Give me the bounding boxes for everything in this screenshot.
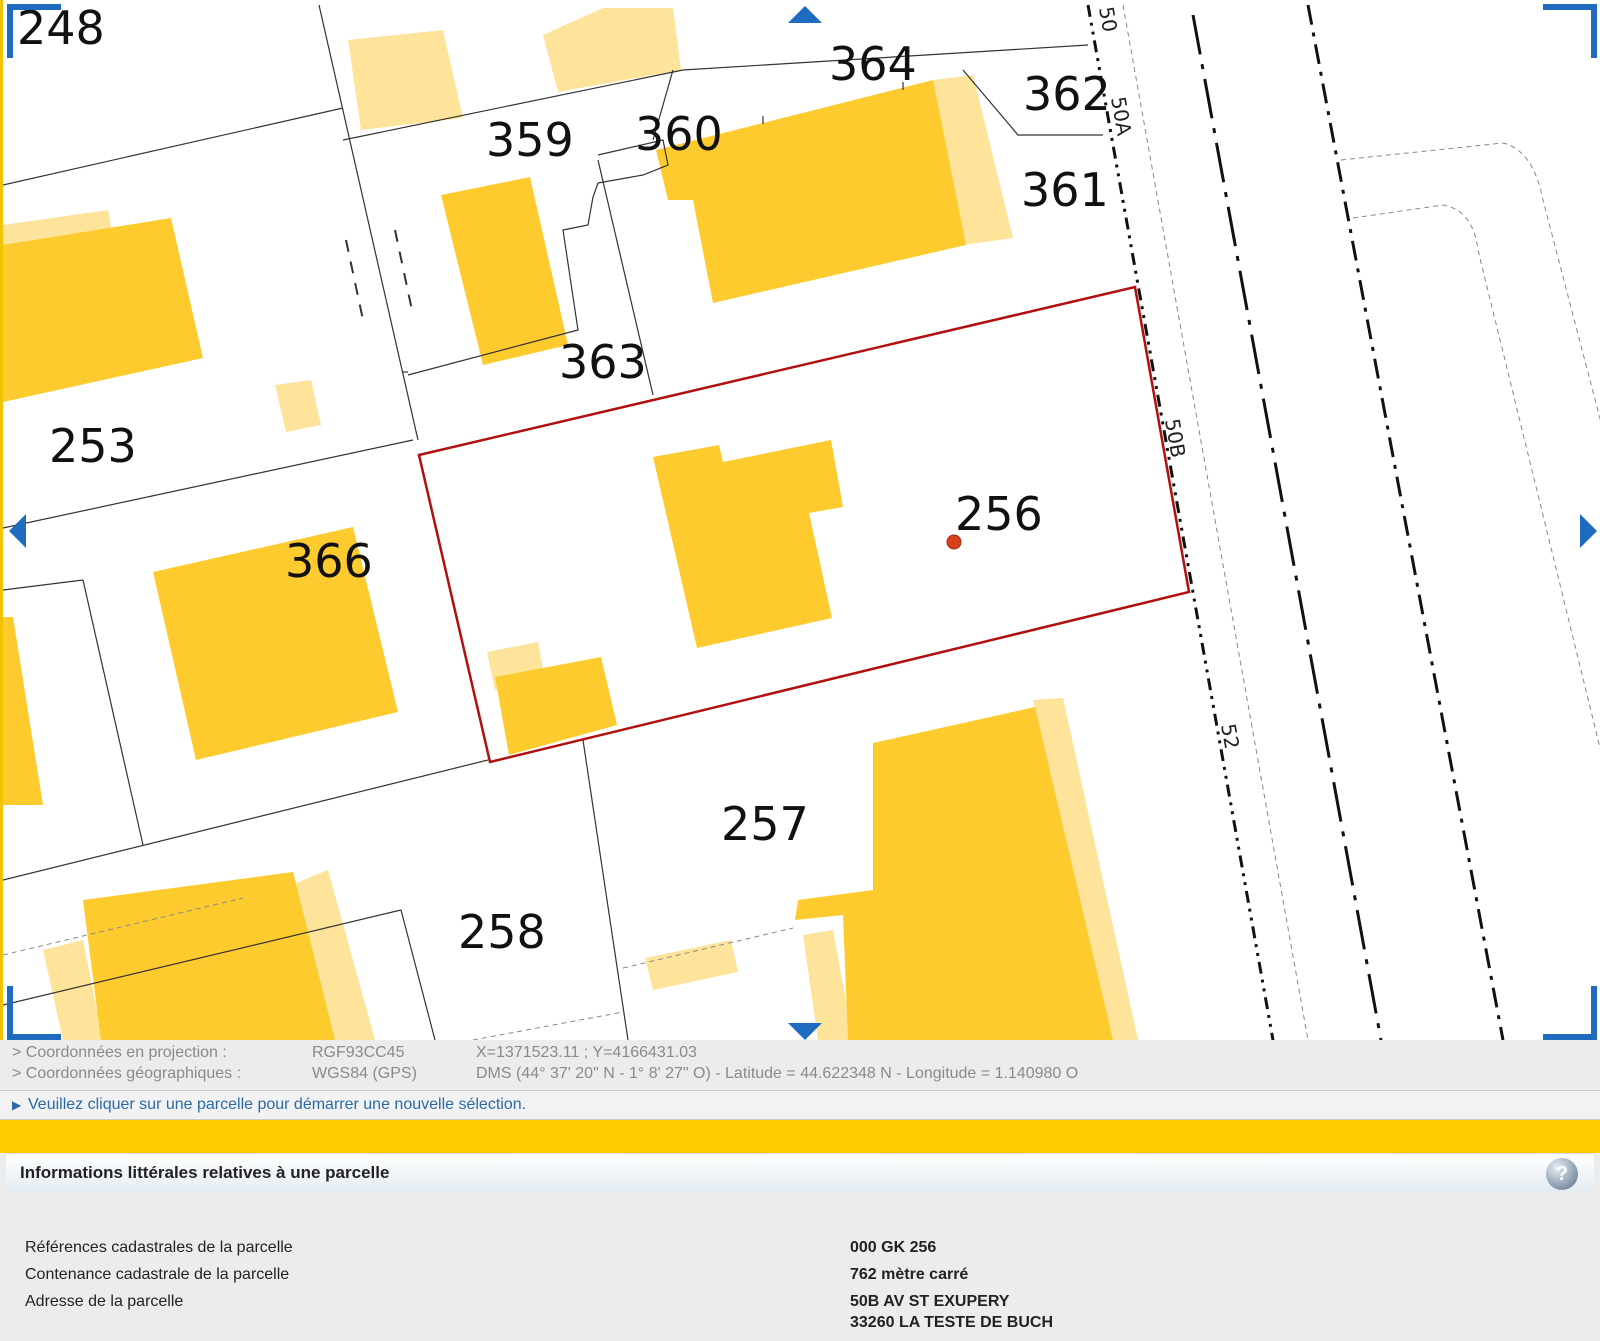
pan-right-arrow-icon[interactable]	[1580, 514, 1597, 548]
parcel-label-258: 258	[458, 905, 546, 959]
projection-value: X=1371523.11 ; Y=4166431.03	[476, 1044, 697, 1061]
street-number-50: 50	[1094, 5, 1122, 34]
yellow-separator	[0, 1120, 1600, 1153]
parcel-label-257: 257	[721, 797, 809, 851]
frame-corner-top-right-h	[1543, 4, 1597, 10]
parcel-label-256: 256	[955, 487, 1043, 541]
coordinates-bar: > Coordonnées en projection : RGF93CC45 …	[0, 1040, 1600, 1090]
parcel-label-366: 366	[285, 534, 373, 588]
selection-hint: ▶ Veuillez cliquer sur une parcelle pour…	[0, 1090, 1600, 1120]
help-icon[interactable]: ?	[1546, 1158, 1578, 1190]
reference-label: Références cadastrales de la parcelle	[25, 1239, 293, 1256]
pan-up-arrow-icon[interactable]	[788, 6, 822, 23]
frame-corner-top-left	[7, 4, 13, 58]
cadastral-map[interactable]: 248 364 362 359 360 361 363 253 366 256 …	[0, 0, 1600, 1040]
parcel-label-363: 363	[559, 335, 647, 389]
play-arrow-icon: ▶	[12, 1098, 22, 1112]
projection-label: > Coordonnées en projection :	[12, 1044, 227, 1061]
frame-corner-bottom-left	[7, 986, 13, 1040]
panel-header: Informations littérales relatives à une …	[6, 1153, 1594, 1192]
street-numbers: 50 50A 50B 52	[1094, 5, 1244, 751]
frame-corner-top-left-h	[7, 4, 61, 10]
reference-value: 000 GK 256	[850, 1239, 937, 1256]
parcel-info-panel: Informations littérales relatives à une …	[0, 1153, 1600, 1341]
parcel-label-253: 253	[49, 419, 137, 473]
panel-title: Informations littérales relatives à une …	[20, 1163, 390, 1182]
buildings	[3, 80, 1113, 1040]
pan-down-arrow-icon[interactable]	[788, 1023, 822, 1040]
geographic-label: > Coordonnées géographiques :	[12, 1065, 242, 1082]
parcel-label-360: 360	[635, 107, 723, 161]
map-canvas[interactable]: 248 364 362 359 360 361 363 253 366 256 …	[3, 0, 1600, 1040]
address-label: Adresse de la parcelle	[25, 1293, 184, 1310]
geographic-system: WGS84 (GPS)	[312, 1065, 417, 1082]
geographic-value: DMS (44° 37' 20" N - 1° 8' 27" O) - Lati…	[476, 1065, 1079, 1082]
address-line1: 50B AV ST EXUPERY	[850, 1293, 1010, 1310]
street-number-52: 52	[1216, 722, 1244, 751]
projection-system: RGF93CC45	[312, 1044, 405, 1061]
geographic-coordinates-row: > Coordonnées géographiques : WGS84 (GPS…	[12, 1064, 1592, 1084]
address-line2: 33260 LA TESTE DE BUCH	[850, 1314, 1054, 1331]
area-value: 762 mètre carré	[850, 1266, 969, 1283]
parcel-label-364: 364	[829, 37, 917, 91]
parcel-label-362: 362	[1023, 67, 1111, 121]
parcel-label-361: 361	[1021, 163, 1109, 217]
parcel-label-359: 359	[486, 113, 574, 167]
frame-corner-top-right	[1591, 4, 1597, 58]
frame-corner-bottom-right	[1591, 986, 1597, 1040]
dashed-walls	[345, 229, 414, 321]
projection-coordinates-row: > Coordonnées en projection : RGF93CC45 …	[12, 1043, 1592, 1063]
area-label: Contenance cadastrale de la parcelle	[25, 1266, 290, 1283]
hint-text: Veuillez cliquer sur une parcelle pour d…	[28, 1096, 527, 1113]
pan-left-arrow-icon[interactable]	[9, 514, 26, 548]
